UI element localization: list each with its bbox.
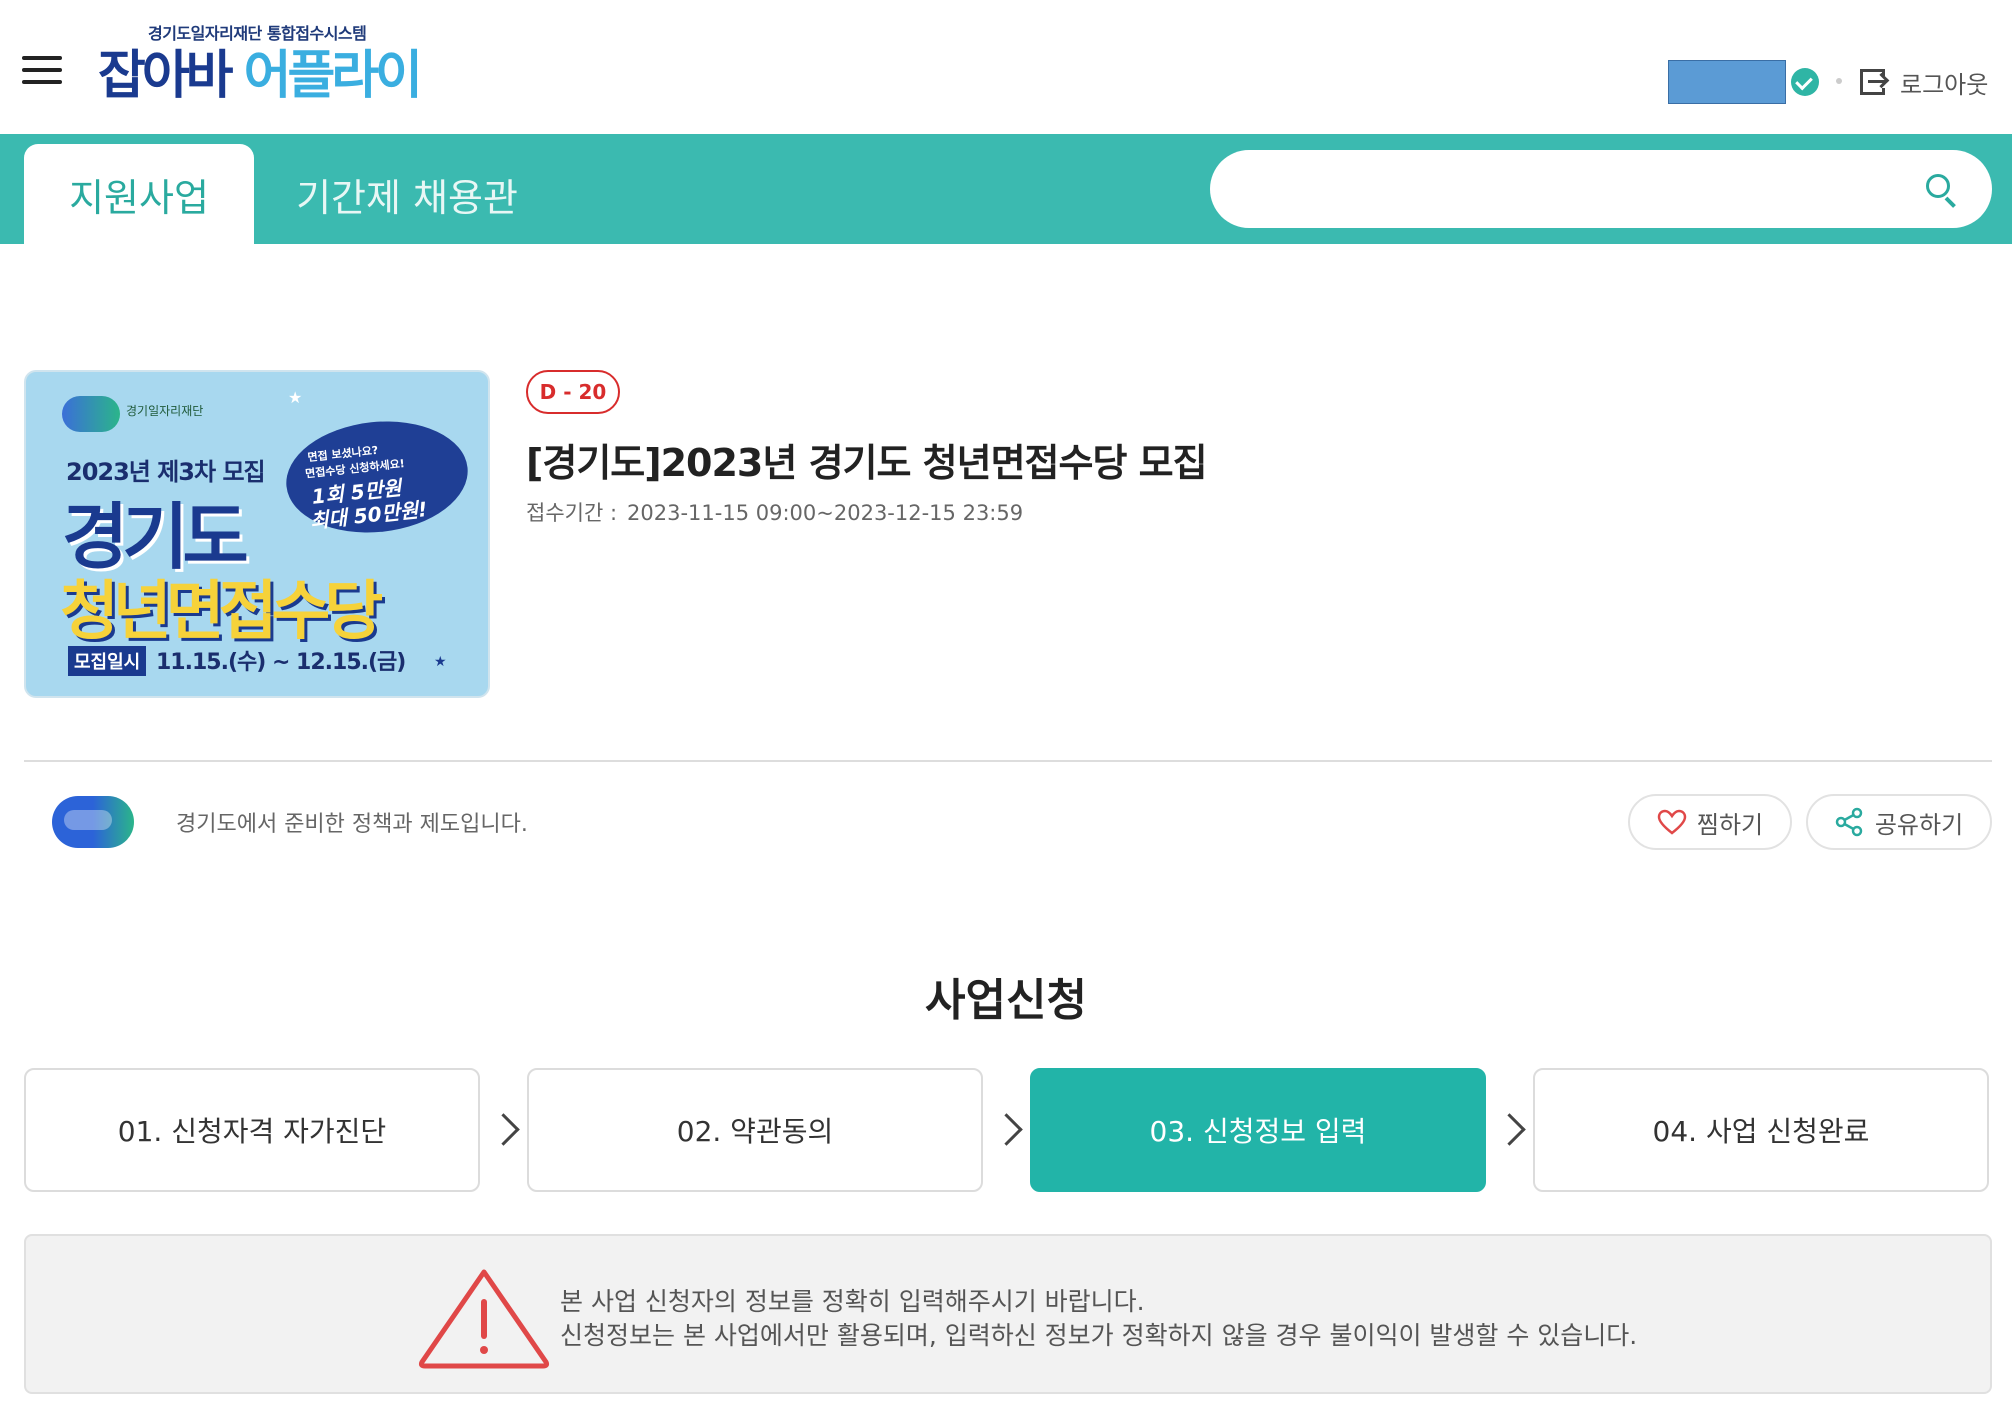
- header: 경기도일자리재단 통합접수시스템 잡아바 어플라이 로그아웃: [0, 0, 2012, 134]
- separator-dot: [1836, 78, 1842, 84]
- logo-part1: 잡아바: [98, 46, 234, 106]
- step-complete: 04. 사업 신청완료: [1533, 1068, 1989, 1192]
- poster-org-logo: 경기일자리재단: [126, 404, 204, 418]
- notice-box: 본 사업 신청자의 정보를 정확히 입력해주시기 바랍니다. 신청정보는 본 사…: [24, 1234, 1992, 1394]
- logo-wordmark: 잡아바 어플라이: [98, 46, 423, 106]
- notice-line1: 본 사업 신청자의 정보를 정확히 입력해주시기 바랍니다.: [560, 1287, 1145, 1316]
- notice-line2: 신청정보는 본 사업에서만 활용되며, 입력하신 정보가 정확하지 않을 경우 …: [560, 1321, 1638, 1350]
- program-poster-image: 경기일자리재단 ★ 2023년 제3차 모집 경기도 청년면접수당 면접 보셨나…: [24, 370, 490, 698]
- like-label: 찜하기: [1696, 810, 1764, 839]
- star-decoration: ★: [288, 388, 303, 407]
- warning-triangle-icon: [418, 1269, 550, 1369]
- poster-date-label: 모집일시: [68, 646, 147, 676]
- logout-label: 로그아웃: [1900, 70, 1989, 99]
- poster-emblem: [62, 396, 120, 432]
- like-button[interactable]: 찜하기: [1628, 794, 1792, 850]
- share-icon: [1835, 807, 1863, 837]
- site-logo[interactable]: 경기도일자리재단 통합접수시스템 잡아바 어플라이: [98, 20, 438, 110]
- chevron-right-icon: [995, 1113, 1017, 1147]
- main-nav: 지원사업 기간제 채용관: [0, 134, 2012, 244]
- step-enter-info: 03. 신청정보 입력: [1030, 1068, 1486, 1192]
- divider: [24, 760, 1992, 762]
- share-button[interactable]: 공유하기: [1806, 794, 1992, 850]
- period-value: 2023-11-15 09:00~2023-12-15 23:59: [627, 501, 1024, 525]
- tab-support-programs[interactable]: 지원사업: [24, 144, 254, 244]
- logo-subtitle: 경기도일자리재단 통합접수시스템: [148, 24, 367, 43]
- share-label: 공유하기: [1874, 810, 1964, 839]
- hamburger-menu-icon[interactable]: [22, 56, 62, 84]
- chevron-right-icon: [1498, 1113, 1520, 1147]
- search-icon[interactable]: [1926, 174, 1958, 208]
- search-bar: [1210, 150, 1992, 228]
- search-input[interactable]: [1240, 164, 1880, 214]
- poster-speech-bubble: 면접 보셨나요? 면접수당 신청하세요! 1회 5만원 최대 50만원!: [280, 412, 474, 542]
- logout-button[interactable]: 로그아웃: [1858, 62, 1988, 102]
- logout-icon: [1858, 67, 1888, 97]
- poster-date-range: 11.15.(수) ~ 12.15.(금): [156, 650, 406, 675]
- heart-icon: [1657, 809, 1687, 835]
- application-period: 접수기간 : 2023-11-15 09:00~2023-12-15 23:59: [526, 497, 1023, 527]
- star-decoration: ★: [434, 654, 447, 670]
- org-description: 경기도에서 준비한 정책과 제도입니다.: [176, 812, 528, 837]
- verified-check-icon: [1791, 68, 1819, 96]
- gyeonggi-logo: [52, 796, 134, 848]
- period-label: 접수기간 :: [526, 501, 618, 525]
- section-title: 사업신청: [925, 975, 1087, 1026]
- dday-badge: D - 20: [526, 370, 620, 414]
- user-name-redacted: [1668, 60, 1786, 104]
- poster-title-line2: 청년면접수당: [60, 575, 383, 649]
- chevron-right-icon: [492, 1113, 514, 1147]
- logo-part2: 어플라이: [243, 46, 423, 106]
- program-title: [경기도]2023년 경기도 청년면접수당 모집: [526, 441, 1208, 485]
- step-terms-agreement: 02. 약관동의: [527, 1068, 983, 1192]
- step-self-diagnosis: 01. 신청자격 자가진단: [24, 1068, 480, 1192]
- tab-temporary-jobs[interactable]: 기간제 채용관: [254, 144, 560, 244]
